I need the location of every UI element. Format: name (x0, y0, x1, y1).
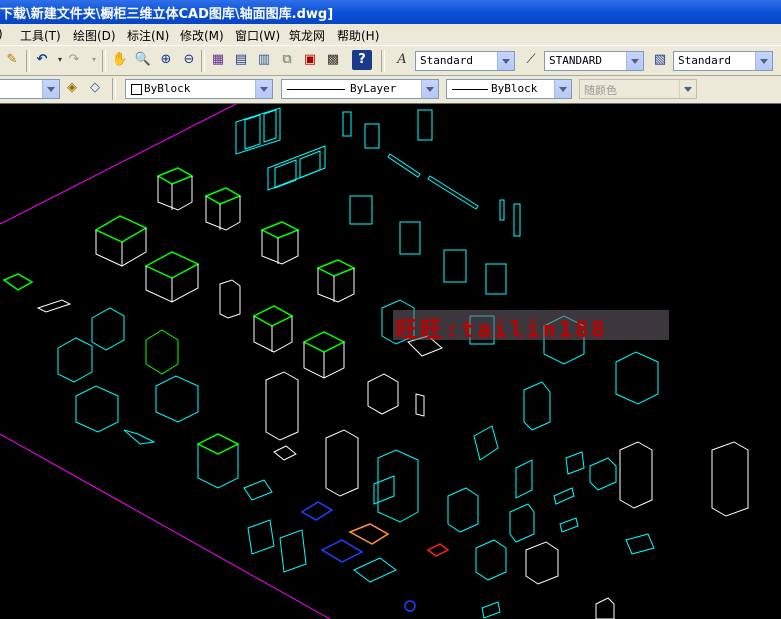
green-accents (2, 167, 356, 455)
window-title: 下载\新建文件夹\橱柜三维立体CAD图库\轴面图库.dwg] (0, 7, 334, 22)
toolbar-separator (112, 78, 116, 100)
standard-toolbar: ✎ ↶ ▾ ↷ ▾ ✋ 🔍 ⊕ ⊖ ▦ ▤ ▥ ⧉ ▣ ▩ ? A Standa… (0, 45, 781, 76)
chevron-down-icon (421, 80, 438, 98)
accent-shapes (300, 501, 450, 612)
color-select[interactable]: ByBlock (125, 79, 273, 99)
chevron-down-icon (626, 52, 643, 70)
drawing-canvas[interactable] (0, 104, 781, 619)
layer-states-icon[interactable]: ◈ (62, 78, 82, 98)
menu-bar: ) 工具(T) 绘图(D) 标注(N) 修改(M) 窗口(W) 筑龙网 帮助(H… (0, 24, 781, 45)
pencil-icon[interactable]: ✎ (2, 50, 22, 70)
lineweight-select[interactable]: ByBlock (446, 79, 572, 99)
zoom-previous-icon[interactable]: ⊖ (179, 50, 199, 70)
text-style-icon[interactable]: A (392, 50, 412, 70)
chevron-down-icon (42, 80, 59, 98)
text-style-select[interactable]: Standard (415, 51, 515, 71)
menu-zhulong[interactable]: 筑龙网 (289, 27, 325, 44)
table-style-select[interactable]: Standard (673, 51, 773, 71)
toolbar-separator (102, 50, 106, 72)
linetype-preview (287, 89, 345, 90)
properties-toolbar: ◈ ◇ ByBlock ByLayer ByBlock 随颜色 (0, 76, 781, 104)
menu-dimension[interactable]: 标注(N) (127, 27, 169, 44)
base-cabinets (95, 176, 749, 585)
menu-modify[interactable]: 修改(M) (180, 27, 224, 44)
linetype-select[interactable]: ByLayer (281, 79, 439, 99)
menu-tools[interactable]: 工具(T) (20, 27, 61, 44)
toolbar-separator (381, 50, 385, 72)
chevron-down-icon (255, 80, 272, 98)
properties-icon[interactable]: ▦ (208, 50, 228, 70)
toolbar-separator (26, 50, 30, 72)
title-bar: 下载\新建文件夹\橱柜三维立体CAD图库\轴面图库.dwg] (0, 0, 781, 24)
layer-previous-icon[interactable]: ◇ (85, 78, 105, 98)
plot-style-select: 随颜色 (579, 79, 697, 99)
table-style-icon[interactable]: ▧ (650, 50, 670, 70)
markup-icon[interactable]: ▣ (300, 50, 320, 70)
layer-select[interactable] (0, 79, 60, 99)
zoom-realtime-icon[interactable]: 🔍 (133, 50, 153, 70)
zoom-window-icon[interactable]: ⊕ (156, 50, 176, 70)
color-swatch (131, 84, 142, 95)
chevron-down-icon (755, 52, 772, 70)
chevron-down-icon (554, 80, 571, 98)
dim-style-select[interactable]: STANDARD (544, 51, 644, 71)
dim-style-icon[interactable]: ⟋ (521, 50, 541, 70)
toolbar-separator (201, 50, 205, 72)
watermark: 旺旺:tailin188 (393, 310, 669, 343)
menu-draw[interactable]: 绘图(D) (73, 27, 116, 44)
redo-dropdown-icon[interactable]: ▾ (84, 50, 104, 70)
menu-partial[interactable]: ) (0, 27, 3, 41)
calculator-icon[interactable]: ▩ (323, 50, 343, 70)
menu-window[interactable]: 窗口(W) (235, 27, 280, 44)
design-center-icon[interactable]: ▤ (231, 50, 251, 70)
lineweight-preview (452, 89, 488, 90)
chevron-down-icon (497, 52, 514, 70)
chevron-down-icon (679, 80, 696, 98)
tool-palette-icon[interactable]: ▥ (254, 50, 274, 70)
menu-help[interactable]: 帮助(H) (337, 27, 379, 44)
redo-icon[interactable]: ↷ (64, 50, 84, 70)
undo-icon[interactable]: ↶ (32, 50, 52, 70)
sheet-set-icon[interactable]: ⧉ (277, 50, 297, 70)
help-icon[interactable]: ? (352, 50, 372, 70)
pan-icon[interactable]: ✋ (110, 50, 130, 70)
